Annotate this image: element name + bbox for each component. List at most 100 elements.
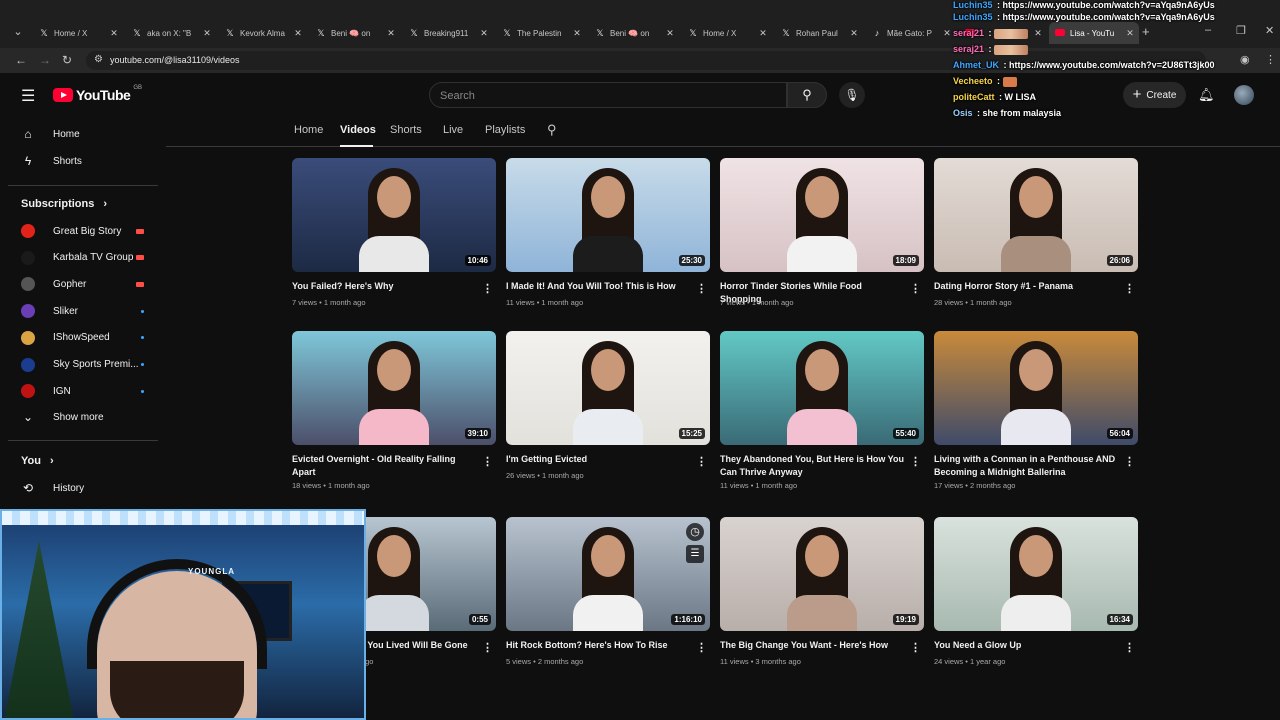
close-tab-icon[interactable]: ✕: [479, 28, 489, 39]
browser-tab[interactable]: 𝕏 Home / X ✕: [33, 22, 123, 44]
video-card[interactable]: 18:09 Horror Tinder Stories While Food Sh…: [720, 158, 924, 307]
video-card[interactable]: 56:04 Living with a Conman in a Penthouse…: [934, 331, 1138, 490]
subscription-item[interactable]: Sliker: [8, 299, 156, 323]
video-options-icon[interactable]: ⋮: [696, 282, 707, 295]
youtube-logo[interactable]: YouTube GB: [53, 85, 142, 103]
video-card[interactable]: 25:30 I Made It! And You Will Too! This i…: [506, 158, 710, 307]
restore-icon[interactable]: ❐: [1236, 24, 1246, 37]
video-thumbnail[interactable]: 15:25: [506, 331, 710, 445]
close-tab-icon[interactable]: ✕: [202, 28, 212, 39]
close-tab-icon[interactable]: ✕: [1033, 28, 1043, 39]
subscription-item[interactable]: IShowSpeed: [8, 326, 156, 350]
sidebar-item-home[interactable]: ⌂ Home: [8, 122, 156, 146]
video-options-icon[interactable]: ⋮: [482, 282, 493, 295]
new-tab-button[interactable]: +: [1142, 24, 1150, 39]
video-options-icon[interactable]: ⋮: [910, 282, 921, 295]
video-title[interactable]: Hit Rock Bottom? Here's How To Rise: [506, 639, 691, 652]
video-card[interactable]: 26:06 Dating Horror Story #1 - Panama 28 v…: [934, 158, 1138, 307]
close-tab-icon[interactable]: ✕: [386, 28, 396, 39]
tab-videos[interactable]: Videos: [340, 124, 376, 136]
search-button[interactable]: ⚲: [787, 82, 827, 108]
close-tab-icon[interactable]: ✕: [1125, 28, 1135, 39]
url-text[interactable]: youtube.com/@lisa31109/videos: [110, 55, 240, 65]
watch-later-icon[interactable]: ◷: [686, 523, 704, 541]
close-tab-icon[interactable]: ✕: [849, 28, 859, 39]
browser-tab[interactable]: 𝕏 Rohan Paul ✕: [775, 22, 863, 44]
video-title[interactable]: They Abandoned You, But Here is How You …: [720, 453, 905, 479]
video-card[interactable]: 55:40 They Abandoned You, But Here is How…: [720, 331, 924, 490]
address-bar[interactable]: ⚙ youtube.com/@lisa31109/videos: [86, 51, 1206, 70]
video-options-icon[interactable]: ⋮: [1124, 282, 1135, 295]
forward-icon[interactable]: →: [39, 53, 51, 67]
close-tab-icon[interactable]: ✕: [293, 28, 303, 39]
subscription-item[interactable]: Sky Sports Premi...: [8, 353, 156, 377]
subscription-item[interactable]: Karbala TV Group: [8, 246, 156, 270]
subscription-item[interactable]: IGN: [8, 379, 156, 403]
browser-tab[interactable]: 𝕏 The Palestin ✕: [496, 22, 586, 44]
tab-playlists[interactable]: Playlists: [485, 124, 525, 136]
close-tab-icon[interactable]: ✕: [109, 28, 119, 39]
browser-tab[interactable]: 𝕏 Beni 🧠 on ✕: [310, 22, 400, 44]
browser-menu-icon[interactable]: ⋮: [1265, 53, 1276, 66]
video-card[interactable]: 39:10 Evicted Overnight - Old Reality Fal…: [292, 331, 496, 490]
video-thumbnail[interactable]: 18:09: [720, 158, 924, 272]
sidebar-item-history[interactable]: ⟲ History: [8, 476, 156, 500]
video-options-icon[interactable]: ⋮: [1124, 455, 1135, 468]
video-title[interactable]: Living with a Conman in a Penthouse AND …: [934, 453, 1119, 479]
voice-search-button[interactable]: 🎙︎: [839, 82, 865, 108]
search-input[interactable]: [440, 89, 770, 103]
back-icon[interactable]: ←: [15, 53, 27, 67]
browser-tab[interactable]: ✕: [959, 22, 1047, 44]
account-avatar[interactable]: [1234, 85, 1254, 105]
channel-search-icon[interactable]: ⚲: [547, 122, 557, 138]
video-thumbnail[interactable]: 26:06: [934, 158, 1138, 272]
video-title[interactable]: I'm Getting Evicted: [506, 453, 691, 466]
video-thumbnail[interactable]: 10:46: [292, 158, 496, 272]
browser-tab[interactable]: Lisa - YouTu ✕: [1049, 22, 1139, 44]
tab-home[interactable]: Home: [294, 124, 323, 136]
profile-icon[interactable]: ◉: [1240, 53, 1250, 66]
video-title[interactable]: Dating Horror Story #1 - Panama: [934, 280, 1119, 293]
video-thumbnail[interactable]: 1:16:10 ◷ ☰: [506, 517, 710, 631]
create-button[interactable]: + Create: [1123, 82, 1186, 108]
video-card[interactable]: 16:34 You Need a Glow Up 24 views • 1 year…: [934, 517, 1138, 666]
video-title[interactable]: The Big Change You Want - Here's How: [720, 639, 905, 652]
site-info-icon[interactable]: ⚙: [94, 54, 103, 65]
menu-icon[interactable]: ☰: [21, 86, 35, 106]
show-more-button[interactable]: ⌄ Show more: [8, 405, 156, 429]
close-tab-icon[interactable]: ✕: [572, 28, 582, 39]
tab-shorts[interactable]: Shorts: [390, 124, 422, 136]
video-title[interactable]: You Failed? Here's Why: [292, 280, 477, 293]
browser-tab[interactable]: 𝕏 Breaking911 ✕: [403, 22, 493, 44]
video-options-icon[interactable]: ⋮: [482, 455, 493, 468]
subscriptions-heading[interactable]: Subscriptions ›: [21, 198, 107, 210]
subscription-item[interactable]: Great Big Story: [8, 219, 156, 243]
video-card[interactable]: 15:25 I'm Getting Evicted 26 views • 1 mon…: [506, 331, 710, 480]
video-card[interactable]: 19:19 The Big Change You Want - Here's Ho…: [720, 517, 924, 666]
tab-live[interactable]: Live: [443, 124, 463, 136]
you-heading[interactable]: You ›: [21, 455, 54, 467]
video-card[interactable]: 10:46 You Failed? Here's Why 7 views • 1 m…: [292, 158, 496, 307]
close-tab-icon[interactable]: ✕: [942, 28, 952, 39]
browser-tab[interactable]: 𝕏 Home / X ✕: [682, 22, 772, 44]
close-window-icon[interactable]: ✕: [1265, 24, 1274, 37]
sidebar-item-shorts[interactable]: ϟ Shorts: [8, 149, 156, 173]
browser-tab[interactable]: 𝕏 Beni 🧠 on ✕: [589, 22, 679, 44]
close-tab-icon[interactable]: ✕: [665, 28, 675, 39]
video-title[interactable]: You Need a Glow Up: [934, 639, 1119, 652]
video-options-icon[interactable]: ⋮: [910, 641, 921, 654]
browser-tab[interactable]: 𝕏aka on X: "B ✕: [126, 22, 216, 44]
browser-tab[interactable]: 𝕏 Kevork Alma ✕: [219, 22, 307, 44]
video-options-icon[interactable]: ⋮: [482, 641, 493, 654]
video-thumbnail[interactable]: 16:34: [934, 517, 1138, 631]
video-options-icon[interactable]: ⋮: [696, 455, 707, 468]
video-options-icon[interactable]: ⋮: [696, 641, 707, 654]
video-thumbnail[interactable]: 56:04: [934, 331, 1138, 445]
video-thumbnail[interactable]: 19:19: [720, 517, 924, 631]
minimize-icon[interactable]: –: [1205, 24, 1211, 36]
video-options-icon[interactable]: ⋮: [1124, 641, 1135, 654]
notifications-icon[interactable]: 🔔︎: [1198, 87, 1215, 103]
tab-search-dropdown-icon[interactable]: ⌄: [10, 22, 26, 42]
video-options-icon[interactable]: ⋮: [910, 455, 921, 468]
video-thumbnail[interactable]: 55:40: [720, 331, 924, 445]
